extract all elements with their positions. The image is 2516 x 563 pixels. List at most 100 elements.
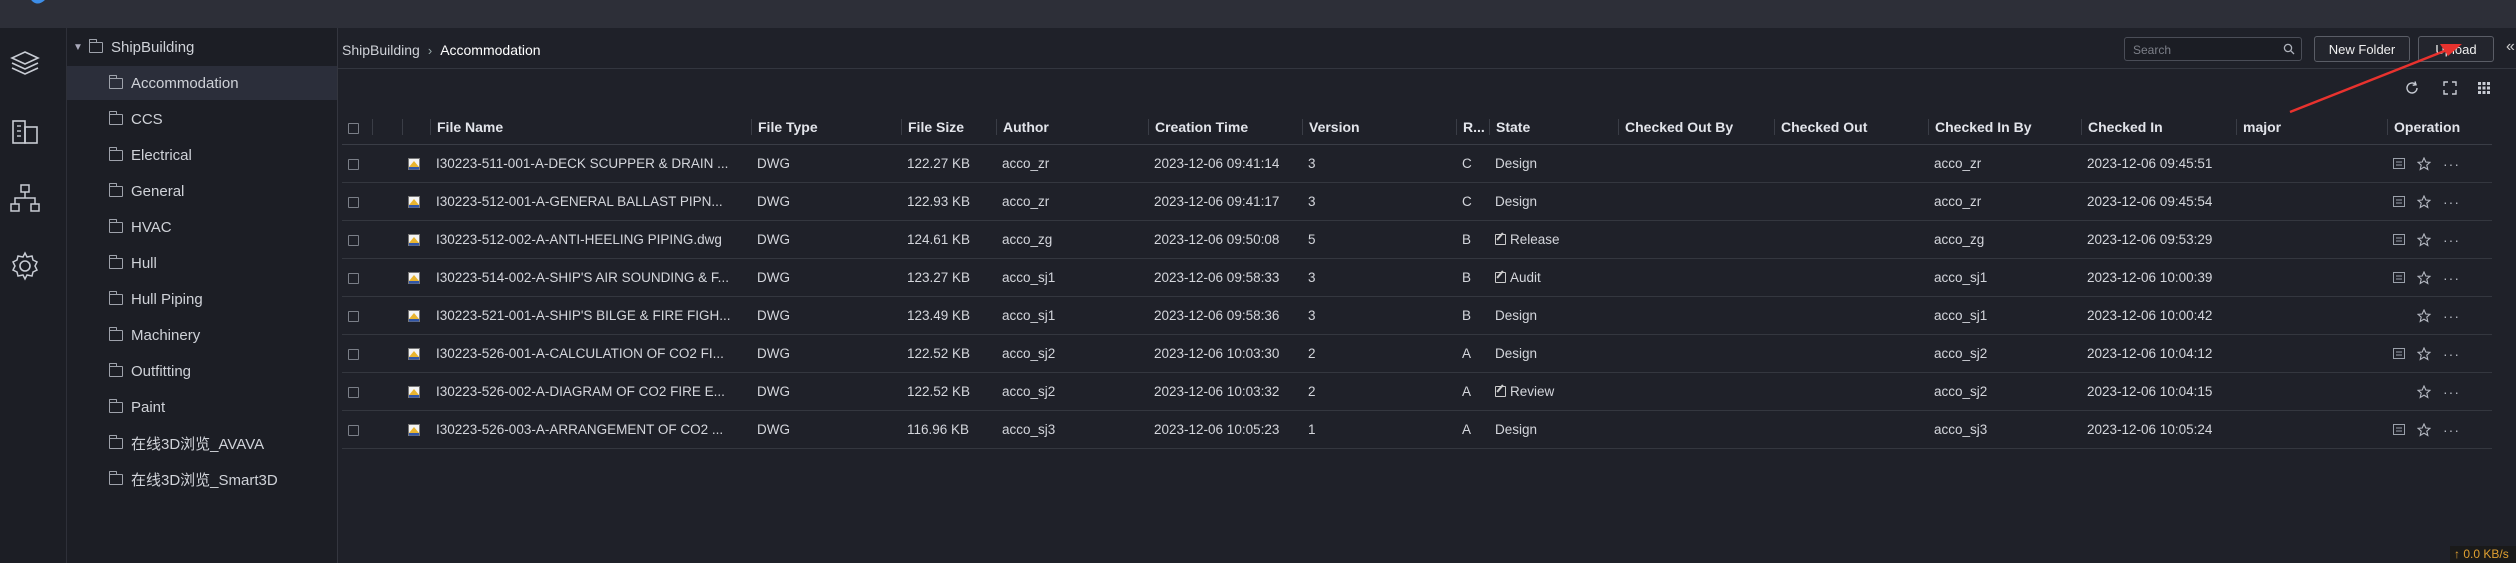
column-header-file-type[interactable]: File Type	[751, 110, 901, 145]
table-row[interactable]: I30223-526-003-A-ARRANGEMENT OF CO2 ... D…	[342, 410, 2492, 449]
file-name-cell[interactable]: I30223-514-002-A-SHIP'S AIR SOUNDING & F…	[430, 258, 751, 297]
star-icon[interactable]	[2417, 232, 2431, 247]
row-checkbox-cell[interactable]	[342, 410, 372, 449]
file-name-cell[interactable]: I30223-512-001-A-GENERAL BALLAST PIPN...	[430, 182, 751, 221]
row-checkbox[interactable]	[348, 386, 359, 398]
row-checkbox[interactable]	[348, 348, 359, 360]
comment-icon[interactable]	[2393, 272, 2405, 284]
tree-item[interactable]: Outfitting	[67, 354, 337, 388]
row-checkbox[interactable]	[348, 424, 359, 436]
column-header-file-name[interactable]: File Name	[430, 110, 751, 145]
tree-item[interactable]: Machinery	[67, 318, 337, 352]
column-header-version[interactable]: Version	[1302, 110, 1456, 145]
star-icon[interactable]	[2417, 346, 2431, 361]
table-row[interactable]: I30223-512-002-A-ANTI-HEELING PIPING.dwg…	[342, 220, 2492, 259]
tree-item[interactable]: CCS	[67, 102, 337, 136]
file-name-cell[interactable]: I30223-526-001-A-CALCULATION OF CO2 FI..…	[430, 334, 751, 373]
grid-view-icon[interactable]	[2476, 80, 2492, 96]
star-icon[interactable]	[2417, 194, 2431, 209]
column-header-checked-in[interactable]: Checked In	[2081, 110, 2236, 145]
building-icon[interactable]	[8, 114, 42, 148]
column-header-state[interactable]: State	[1489, 110, 1618, 145]
checked-out-cell	[1774, 144, 1928, 183]
file-name-cell[interactable]: I30223-526-003-A-ARRANGEMENT OF CO2 ...	[430, 410, 751, 449]
column-header-checked-out-by[interactable]: Checked Out By	[1618, 110, 1774, 145]
comment-icon[interactable]	[2393, 158, 2405, 170]
star-icon[interactable]	[2417, 422, 2431, 437]
more-options-icon[interactable]: ···	[2443, 156, 2460, 172]
column-header-checked-out[interactable]: Checked Out	[1774, 110, 1928, 145]
tree-item[interactable]: Hull	[67, 246, 337, 280]
select-all-checkbox[interactable]	[348, 122, 359, 134]
more-options-icon[interactable]: ···	[2443, 308, 2460, 324]
file-name-cell[interactable]: I30223-512-002-A-ANTI-HEELING PIPING.dwg	[430, 220, 751, 259]
more-options-icon[interactable]: ···	[2443, 422, 2460, 438]
row-checkbox-cell[interactable]	[342, 334, 372, 373]
star-icon[interactable]	[2417, 308, 2431, 323]
folder-icon	[109, 398, 123, 413]
column-header-revision[interactable]: R...	[1456, 110, 1489, 145]
file-name-cell[interactable]: I30223-521-001-A-SHIP'S BILGE & FIRE FIG…	[430, 296, 751, 335]
row-checkbox-cell[interactable]	[342, 372, 372, 411]
more-options-icon[interactable]: ···	[2443, 270, 2460, 286]
more-options-icon[interactable]: ···	[2443, 194, 2460, 210]
column-header-author[interactable]: Author	[996, 110, 1148, 145]
tree-root-shipbuilding[interactable]: ▼ ShipBuilding	[67, 30, 343, 64]
column-header-file-size[interactable]: File Size	[901, 110, 996, 145]
file-name-cell[interactable]: I30223-511-001-A-DECK SCUPPER & DRAIN ..…	[430, 144, 751, 183]
upload-button[interactable]: Upload	[2418, 36, 2494, 62]
tree-item[interactable]: Accommodation	[67, 66, 337, 100]
file-name-cell[interactable]: I30223-526-002-A-DIAGRAM OF CO2 FIRE E..…	[430, 372, 751, 411]
header-icon-spacer	[402, 110, 430, 145]
row-checkbox[interactable]	[348, 158, 359, 170]
column-header-creation-time[interactable]: Creation Time	[1148, 110, 1302, 145]
org-hierarchy-icon[interactable]	[8, 181, 42, 215]
comment-icon[interactable]	[2393, 196, 2405, 208]
table-row[interactable]: I30223-526-001-A-CALCULATION OF CO2 FI..…	[342, 334, 2492, 373]
tree-item[interactable]: Electrical	[67, 138, 337, 172]
collapse-panel-icon[interactable]: «	[2506, 38, 2515, 56]
row-checkbox-cell[interactable]	[342, 296, 372, 335]
layers-icon[interactable]	[8, 46, 42, 80]
row-checkbox[interactable]	[348, 272, 359, 284]
more-options-icon[interactable]: ···	[2443, 384, 2460, 400]
star-icon[interactable]	[2417, 156, 2431, 171]
caret-down-icon[interactable]: ▼	[73, 42, 89, 53]
row-checkbox[interactable]	[348, 196, 359, 208]
comment-icon[interactable]	[2393, 424, 2405, 436]
row-checkbox-cell[interactable]	[342, 144, 372, 183]
table-row[interactable]: I30223-511-001-A-DECK SCUPPER & DRAIN ..…	[342, 144, 2492, 183]
row-checkbox[interactable]	[348, 234, 359, 246]
breadcrumb-item-shipbuilding[interactable]: ShipBuilding	[342, 42, 420, 58]
row-checkbox-cell[interactable]	[342, 258, 372, 297]
tree-item[interactable]: Hull Piping	[67, 282, 337, 316]
tree-item[interactable]: General	[67, 174, 337, 208]
star-icon[interactable]	[2417, 270, 2431, 285]
table-row[interactable]: I30223-521-001-A-SHIP'S BILGE & FIRE FIG…	[342, 296, 2492, 335]
table-row[interactable]: I30223-514-002-A-SHIP'S AIR SOUNDING & F…	[342, 258, 2492, 297]
checked-out-by-cell	[1618, 220, 1774, 259]
table-row[interactable]: I30223-512-001-A-GENERAL BALLAST PIPN...…	[342, 182, 2492, 221]
more-options-icon[interactable]: ···	[2443, 232, 2460, 248]
comment-icon[interactable]	[2393, 234, 2405, 246]
new-folder-button[interactable]: New Folder	[2314, 36, 2410, 62]
refresh-icon[interactable]	[2404, 80, 2420, 96]
row-checkbox-cell[interactable]	[342, 182, 372, 221]
row-checkbox-cell[interactable]	[342, 220, 372, 259]
gear-icon[interactable]	[8, 249, 42, 283]
more-options-icon[interactable]: ···	[2443, 346, 2460, 362]
table-row[interactable]: I30223-526-002-A-DIAGRAM OF CO2 FIRE E..…	[342, 372, 2492, 411]
star-icon[interactable]	[2417, 384, 2431, 399]
row-checkbox[interactable]	[348, 310, 359, 322]
search-input[interactable]	[2125, 38, 2275, 62]
search-icon[interactable]	[2283, 43, 2295, 55]
tree-item[interactable]: 在线3D浏览_Smart3D	[67, 462, 337, 496]
comment-icon[interactable]	[2393, 348, 2405, 360]
column-header-major[interactable]: major	[2236, 110, 2387, 145]
column-header-checked-in-by[interactable]: Checked In By	[1928, 110, 2081, 145]
fullscreen-icon[interactable]	[2442, 80, 2458, 96]
tree-item[interactable]: Paint	[67, 390, 337, 424]
tree-item[interactable]: HVAC	[67, 210, 337, 244]
header-select-all[interactable]	[342, 110, 372, 145]
tree-item[interactable]: 在线3D浏览_AVAVA	[67, 426, 337, 460]
